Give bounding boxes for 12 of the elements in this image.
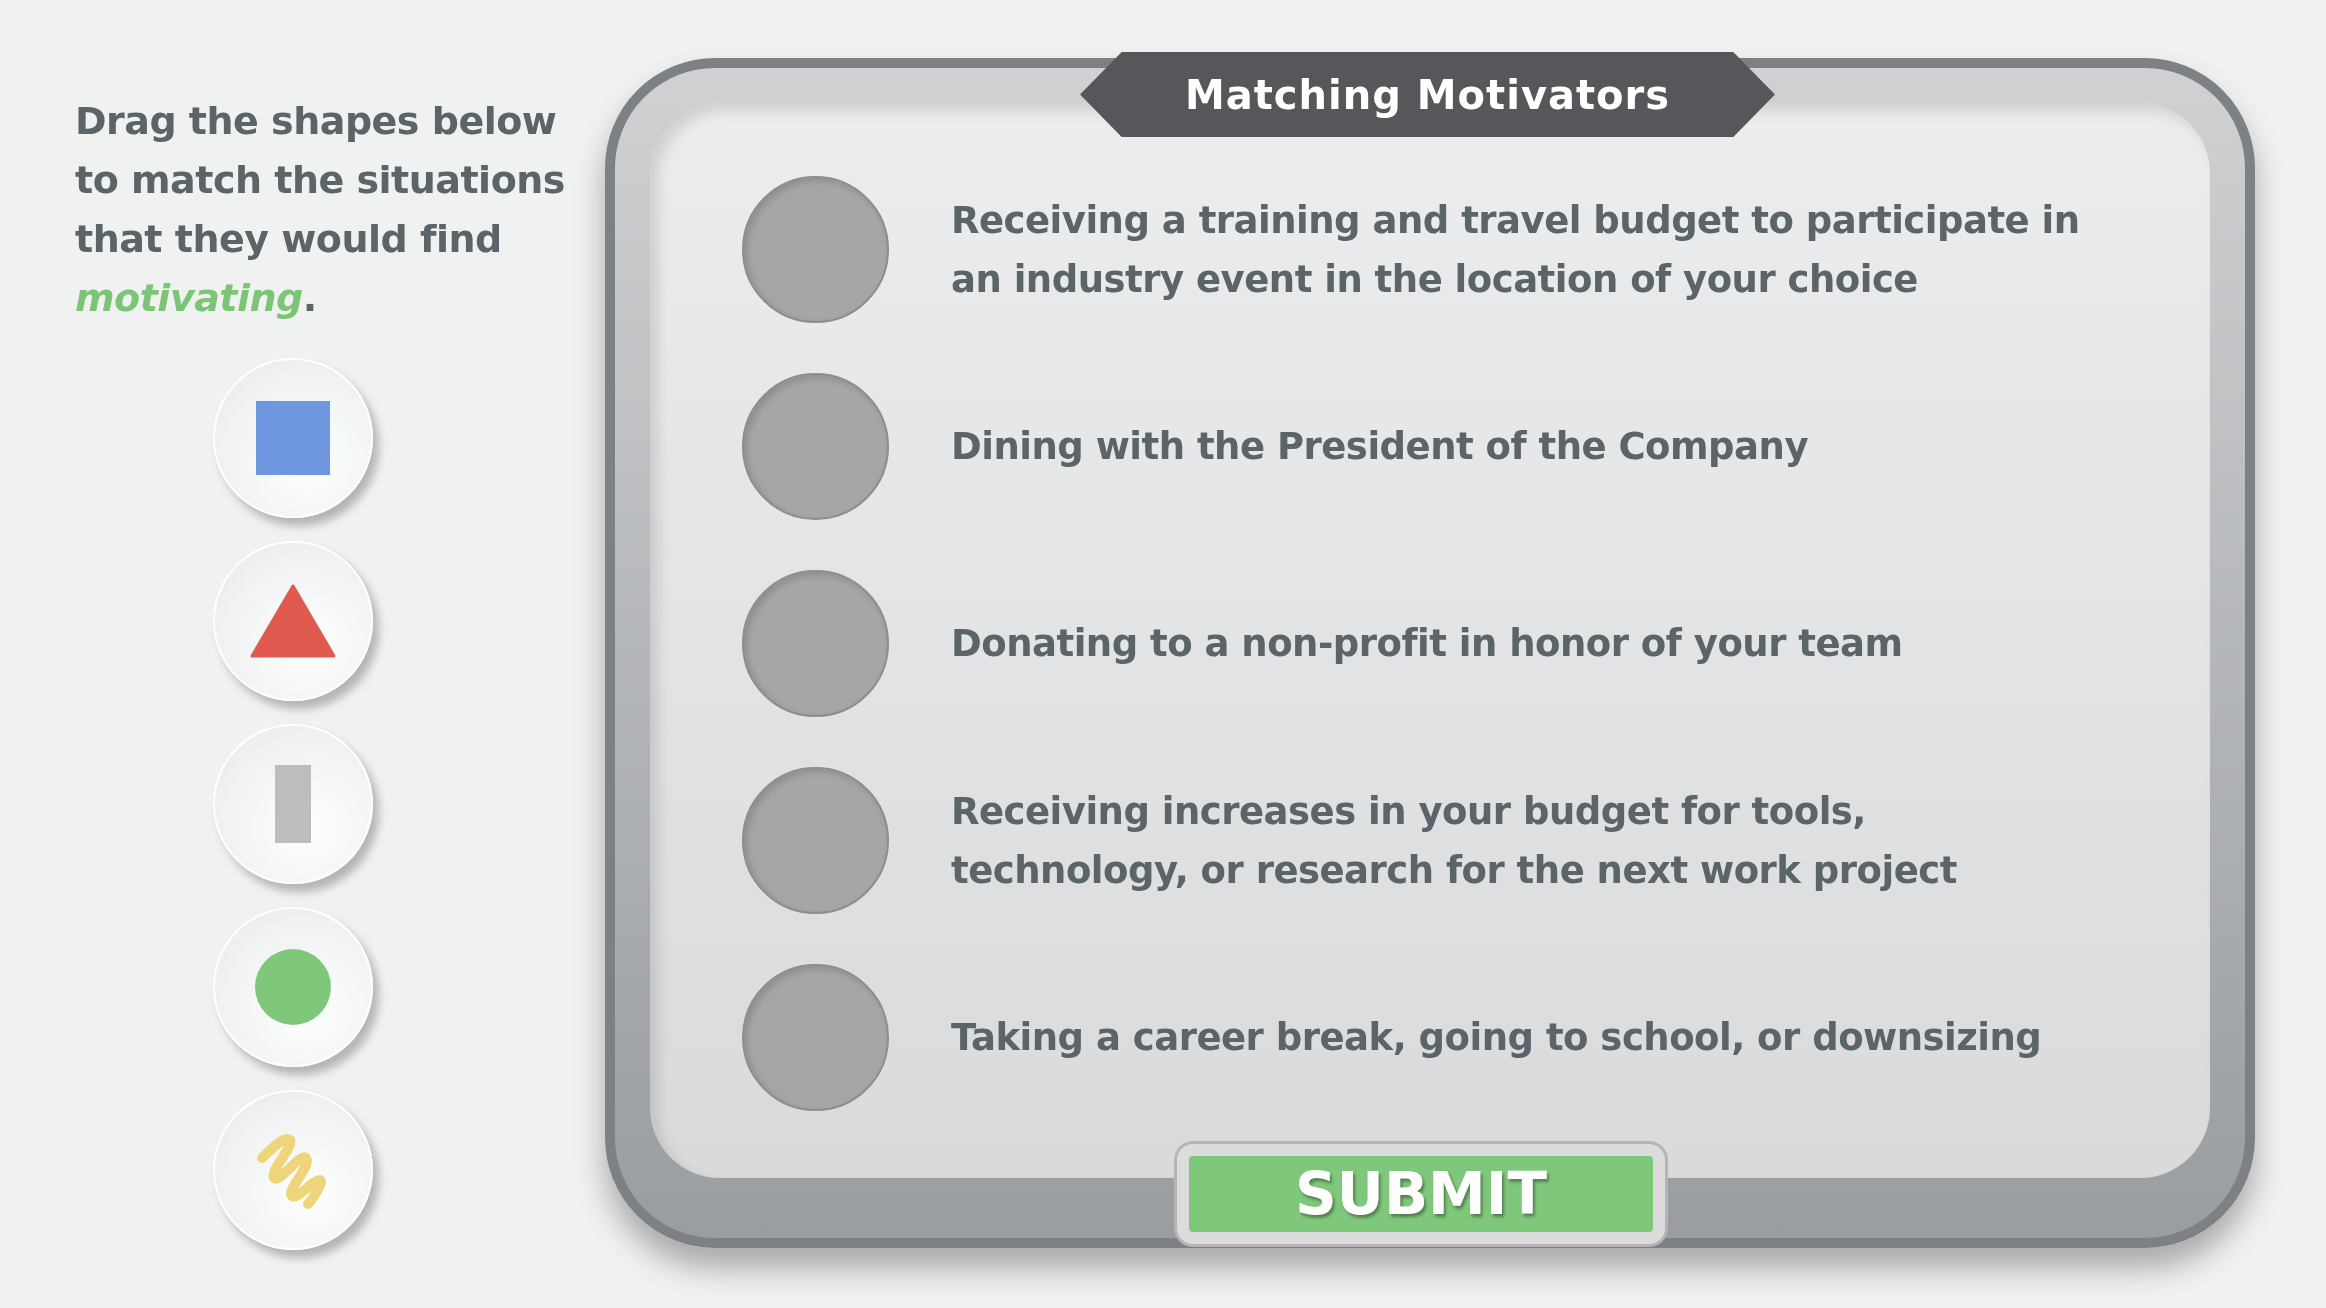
situation-text: Receiving increases in your budget for tools, technology, or research for the next work project [951, 788, 1958, 894]
situation-text: Donating to a non-profit in honor of your team [951, 621, 1904, 667]
instruction-text: Drag the shapes below to match the situations that they would find motivating. [75, 98, 566, 322]
circle-icon [254, 949, 331, 1025]
square-icon [255, 401, 330, 475]
submit-button[interactable]: SUBMIT [1177, 1144, 1665, 1244]
situation-text: Taking a career break, going to school, or downsizing [951, 1015, 2043, 1061]
situation-text: Dining with the President of the Company [951, 424, 1809, 470]
situation-text: Receiving a training and travel budget to participate in an industry event in the location of your choice [951, 197, 2081, 303]
board-title: Matching Motivators [1080, 52, 1775, 137]
bar-icon [274, 765, 311, 843]
triangle-icon [249, 584, 336, 658]
